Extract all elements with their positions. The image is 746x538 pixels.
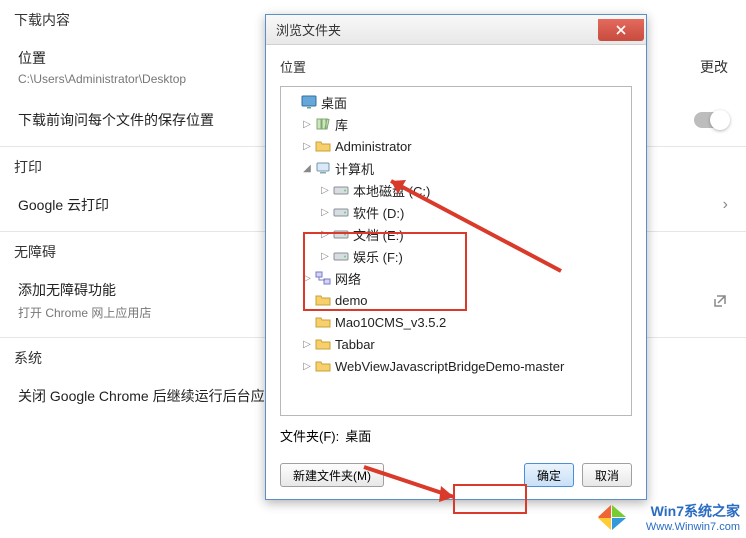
drive-icon (333, 226, 349, 242)
tree-node[interactable]: demo (283, 289, 629, 311)
tree-node-label: 文档 (E:) (353, 225, 404, 244)
cloud-print-label: Google 云打印 (18, 195, 109, 215)
folder-field-value: 桌面 (345, 426, 371, 445)
watermark-url: Www.Winwin7.com (646, 520, 740, 534)
expander-icon[interactable]: ▷ (301, 361, 313, 372)
expander-icon[interactable]: ◢ (301, 163, 313, 174)
dialog-titlebar: 浏览文件夹 (266, 15, 646, 45)
new-folder-button[interactable]: 新建文件夹(M) (280, 463, 384, 487)
dialog-title: 浏览文件夹 (276, 20, 341, 39)
expander-icon[interactable]: ▷ (301, 273, 313, 284)
tree-node[interactable]: ▷ 网络 (283, 267, 629, 289)
location-path: C:\Users\Administrator\Desktop (18, 72, 186, 86)
close-icon (616, 25, 626, 35)
tree-node[interactable]: ▷ 文档 (E:) (283, 223, 629, 245)
tree-node-label: Administrator (335, 139, 412, 154)
tree-node-label: demo (335, 293, 368, 308)
folder-icon (315, 138, 331, 154)
tree-node-label: WebViewJavascriptBridgeDemo-master (335, 359, 564, 374)
tree-node-label: 计算机 (335, 159, 374, 178)
tree-node[interactable]: ▷ Administrator (283, 135, 629, 157)
ok-button[interactable]: 确定 (524, 463, 574, 487)
browse-folder-dialog: 浏览文件夹 位置 桌面▷库▷Administrator◢计算机▷本地磁盘 (C:… (265, 14, 647, 500)
tree-node-label: 本地磁盘 (C:) (353, 181, 430, 200)
expander-icon[interactable]: ▷ (301, 119, 313, 130)
a11y-sub: 打开 Chrome 网上应用店 (18, 304, 151, 321)
folder-tree[interactable]: 桌面▷库▷Administrator◢计算机▷本地磁盘 (C:)▷软件 (D:)… (280, 86, 632, 416)
tree-node[interactable]: ▷ 软件 (D:) (283, 201, 629, 223)
expander-icon[interactable]: ▷ (319, 251, 331, 262)
tree-node[interactable]: ▷ WebViewJavascriptBridgeDemo-master (283, 355, 629, 377)
folder-field-row: 文件夹(F): 桌面 (280, 426, 632, 445)
chevron-right-icon: › (723, 196, 728, 214)
dialog-body-label: 位置 (280, 57, 632, 76)
location-label: 位置 (18, 48, 186, 68)
computer-icon (315, 160, 331, 176)
drive-icon (333, 204, 349, 220)
tree-node-label: Mao10CMS_v3.5.2 (335, 315, 446, 330)
tree-node[interactable]: ▷库 (283, 113, 629, 135)
tree-node-label: 库 (335, 115, 348, 134)
desktop-icon (301, 94, 317, 110)
drive-icon (333, 182, 349, 198)
tree-node[interactable]: ▷ 娱乐 (F:) (283, 245, 629, 267)
cancel-button[interactable]: 取消 (582, 463, 632, 487)
ask-each-label: 下载前询问每个文件的保存位置 (18, 110, 214, 130)
ask-each-toggle[interactable] (694, 112, 728, 128)
a11y-title: 添加无障碍功能 (18, 280, 151, 300)
folder-icon (315, 292, 331, 308)
external-link-icon (712, 293, 728, 309)
tree-node[interactable]: ◢ 计算机 (283, 157, 629, 179)
tree-node[interactable]: ▷ 本地磁盘 (C:) (283, 179, 629, 201)
net-icon (315, 270, 331, 286)
tree-node-label: 桌面 (321, 93, 347, 112)
expander-icon[interactable]: ▷ (319, 185, 331, 196)
tree-node[interactable]: ▷ Tabbar (283, 333, 629, 355)
folder-field-label: 文件夹(F): (280, 426, 339, 445)
folder-icon (315, 358, 331, 374)
change-button[interactable]: 更改 (700, 57, 728, 77)
expander-icon[interactable]: ▷ (319, 229, 331, 240)
tree-node-label: Tabbar (335, 337, 375, 352)
tree-node[interactable]: 桌面 (283, 91, 629, 113)
watermark-text: Win7系统之家 (646, 502, 740, 520)
tree-node-label: 网络 (335, 269, 361, 288)
lib-icon (315, 116, 331, 132)
close-button[interactable] (598, 19, 644, 41)
tree-node-label: 软件 (D:) (353, 203, 404, 222)
dialog-buttons: 新建文件夹(M) 确定 取消 (266, 455, 646, 499)
expander-icon[interactable]: ▷ (319, 207, 331, 218)
folder-icon (315, 336, 331, 352)
watermark-logo-icon (596, 502, 630, 532)
system-row-label: 关闭 Google Chrome 后继续运行后台应 (18, 386, 265, 406)
expander-icon[interactable]: ▷ (301, 141, 313, 152)
folder-icon (315, 314, 331, 330)
tree-node-label: 娱乐 (F:) (353, 247, 403, 266)
expander-icon[interactable]: ▷ (301, 339, 313, 350)
drive-icon (333, 248, 349, 264)
tree-node[interactable]: Mao10CMS_v3.5.2 (283, 311, 629, 333)
watermark: Win7系统之家 Www.Winwin7.com (646, 502, 740, 534)
